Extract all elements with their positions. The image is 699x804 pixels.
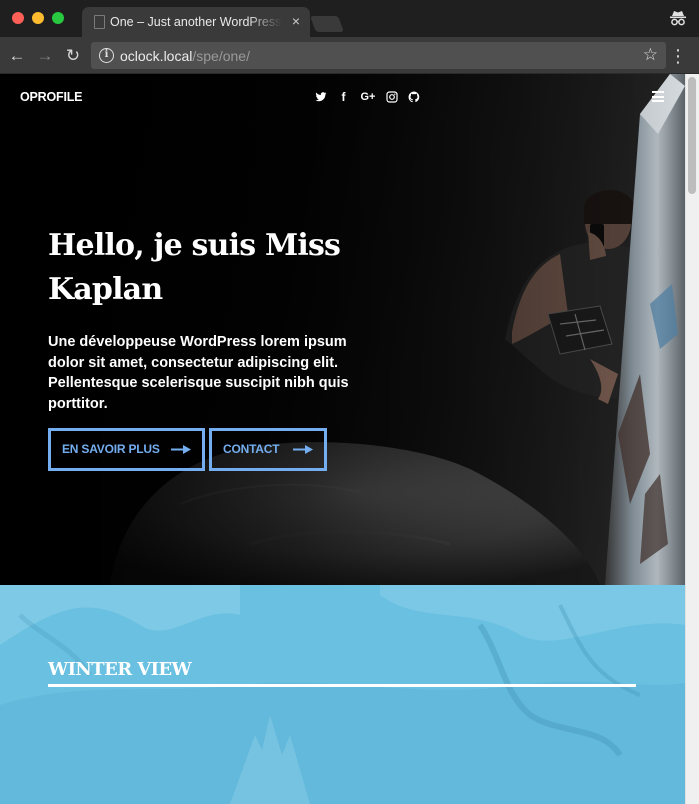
hamburger-bar — [652, 91, 664, 93]
incognito-icon — [670, 11, 686, 26]
contact-button[interactable]: CONTACT — [209, 428, 327, 471]
arrow-right-icon — [293, 445, 313, 454]
close-window-button[interactable] — [12, 12, 24, 24]
scrollbar-thumb[interactable] — [688, 77, 696, 194]
instagram-icon[interactable] — [386, 91, 399, 104]
url-path: /spe/one/ — [192, 48, 250, 64]
page-favicon-icon — [94, 15, 105, 29]
github-icon[interactable] — [408, 91, 421, 104]
browser-menu-icon[interactable]: ⋮ — [669, 46, 687, 66]
site-header: OPROFILE f G+ — [0, 74, 685, 122]
hamburger-bar — [652, 95, 664, 98]
page-scrollbar[interactable] — [685, 74, 699, 804]
address-bar[interactable]: i oclock.local/spe/one/ ☆ — [91, 42, 666, 69]
contact-label: CONTACT — [223, 442, 280, 456]
bookmark-star-icon[interactable]: ☆ — [643, 45, 658, 65]
winter-view-underline — [48, 684, 636, 687]
reload-button[interactable]: ↻ — [63, 46, 83, 66]
hero-title: Hello, je suis Miss Kaplan — [48, 228, 341, 307]
winter-view-title: WINTER VIEW — [48, 659, 192, 680]
hamburger-bar — [652, 100, 664, 102]
new-tab-button[interactable] — [310, 16, 344, 32]
google-plus-icon[interactable]: G+ — [359, 91, 377, 104]
arrow-right-icon — [171, 445, 191, 454]
forward-button[interactable]: → — [35, 46, 55, 66]
winter-background-image — [0, 585, 685, 804]
tab-title: One – Just another WordPress site — [110, 15, 282, 29]
social-links: f G+ — [315, 91, 421, 104]
browser-toolbar: ← → ↻ i oclock.local/spe/one/ ☆ ⋮ — [0, 37, 699, 74]
twitter-icon[interactable] — [315, 91, 328, 104]
browser-tab[interactable]: One – Just another WordPress site × — [82, 7, 310, 37]
winter-view-section: WINTER VIEW — [0, 585, 685, 804]
maximize-window-button[interactable] — [52, 12, 64, 24]
minimize-window-button[interactable] — [32, 12, 44, 24]
url-text: oclock.local/spe/one/ — [120, 48, 250, 64]
hero-description: Une développeuse WordPress lorem ipsum d… — [48, 334, 349, 412]
back-button[interactable]: ← — [7, 46, 27, 66]
site-info-icon[interactable]: i — [99, 48, 114, 63]
hero-section: OPROFILE f G+ Hello, je suis Miss Kaplan… — [0, 74, 685, 585]
en-savoir-plus-button[interactable]: EN SAVOIR PLUS — [48, 428, 205, 471]
browser-titlebar: One – Just another WordPress site × — [0, 0, 699, 37]
facebook-icon[interactable]: f — [337, 91, 350, 104]
page-viewport: OPROFILE f G+ Hello, je suis Miss Kaplan… — [0, 74, 699, 804]
tab-close-icon[interactable]: × — [292, 13, 300, 29]
site-logo[interactable]: OPROFILE — [20, 90, 82, 104]
url-host: oclock.local — [120, 48, 193, 64]
en-savoir-plus-label: EN SAVOIR PLUS — [62, 442, 160, 456]
hamburger-menu-icon[interactable] — [652, 91, 664, 102]
hero-background-image — [0, 74, 685, 585]
